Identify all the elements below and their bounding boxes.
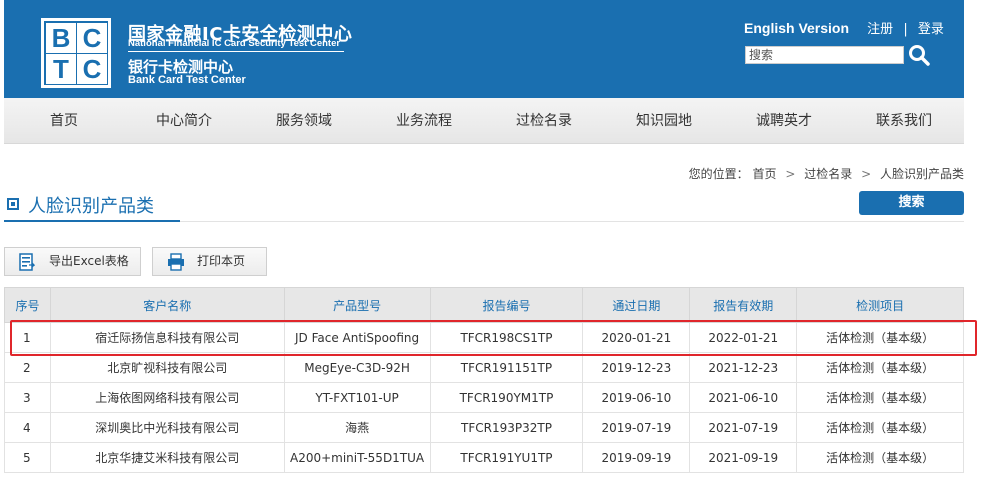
- table-cell: 5: [4, 442, 51, 473]
- table-cell: 活体检测（基本级）: [796, 382, 964, 413]
- breadcrumb-certified-list[interactable]: 过检名录: [804, 167, 852, 181]
- english-version-link[interactable]: English Version: [744, 20, 849, 36]
- page-title: 人脸识别产品类: [4, 190, 180, 222]
- table-cell: MegEye-C3D-92H: [283, 352, 431, 383]
- breadcrumb-separator: >: [861, 167, 872, 181]
- nav-item-careers[interactable]: 诚聘英才: [724, 98, 844, 144]
- highlight-box: [10, 320, 977, 356]
- site-title-en: National Financial IC Card Security Test…: [128, 38, 341, 49]
- logo-letter: B: [46, 23, 76, 53]
- table-cell: 2019-07-19: [582, 412, 691, 443]
- breadcrumb: 您的位置： 首页 > 过检名录 > 人脸识别产品类: [689, 165, 964, 182]
- table-cell: 2021-12-23: [689, 352, 798, 383]
- header-search-input[interactable]: 搜索: [745, 46, 904, 64]
- breadcrumb-separator: >: [785, 167, 796, 181]
- table-cell: 北京旷视科技有限公司: [49, 352, 285, 383]
- table-cell: TFCR191YU1TP: [429, 442, 584, 473]
- table-cell: 2021-09-19: [689, 442, 798, 473]
- table-row: 2 北京旷视科技有限公司 MegEye-C3D-92H TFCR191151TP…: [4, 352, 964, 383]
- table-cell: 活体检测（基本级）: [796, 442, 964, 473]
- title-square-icon: [7, 198, 19, 210]
- column-header: 客户名称: [49, 287, 285, 323]
- table-cell: 2019-12-23: [582, 352, 691, 383]
- nav-item-knowledge[interactable]: 知识园地: [604, 98, 724, 144]
- table-cell: A200+miniT-55D1TUA: [283, 442, 431, 473]
- table-cell: 北京华捷艾米科技有限公司: [49, 442, 285, 473]
- certified-products-table: 序号 客户名称 产品型号 报告编号 通过日期 报告有效期 检测项目 1 宿迁际扬…: [4, 287, 964, 473]
- table-row: 5 北京华捷艾米科技有限公司 A200+miniT-55D1TUA TFCR19…: [4, 442, 964, 473]
- export-excel-button[interactable]: 导出Excel表格: [4, 247, 141, 276]
- nav-item-certified-list[interactable]: 过检名录: [484, 98, 604, 144]
- breadcrumb-home[interactable]: 首页: [753, 167, 777, 181]
- page-title-text: 人脸识别产品类: [28, 196, 154, 217]
- top-links: English Version 注册 | 登录: [744, 18, 944, 37]
- logo-letter: C: [77, 54, 107, 84]
- site-header: B C T C 国家金融IC卡安全检测中心 National Financial…: [4, 0, 964, 98]
- table-cell: 2021-06-10: [689, 382, 798, 413]
- table-cell: TFCR193P32TP: [429, 412, 584, 443]
- table-cell: 4: [4, 412, 51, 443]
- nav-item-home[interactable]: 首页: [4, 98, 124, 144]
- table-cell: 活体检测（基本级）: [796, 352, 964, 383]
- column-header: 检测项目: [796, 287, 964, 323]
- printer-icon: [167, 253, 184, 271]
- breadcrumb-current: 人脸识别产品类: [879, 167, 964, 181]
- table-cell: 海燕: [283, 412, 431, 443]
- table-cell: TFCR190YM1TP: [429, 382, 584, 413]
- table-cell: 2019-09-19: [582, 442, 691, 473]
- logo-letter: C: [77, 23, 107, 53]
- search-button[interactable]: 搜索: [859, 191, 964, 215]
- print-button-label: 打印本页: [197, 254, 246, 268]
- register-link[interactable]: 注册: [867, 22, 893, 37]
- table-cell: 上海依图网络科技有限公司: [49, 382, 285, 413]
- table-cell: 3: [4, 382, 51, 413]
- column-header: 产品型号: [283, 287, 431, 323]
- table-header-row: 序号 客户名称 产品型号 报告编号 通过日期 报告有效期 检测项目: [4, 287, 964, 323]
- table-cell: 深圳奥比中光科技有限公司: [49, 412, 285, 443]
- title-divider: [128, 51, 344, 52]
- link-divider: |: [903, 22, 908, 37]
- site-subtitle-en: Bank Card Test Center: [128, 74, 246, 86]
- table-cell: 2019-06-10: [582, 382, 691, 413]
- export-button-label: 导出Excel表格: [49, 254, 129, 268]
- nav-item-services[interactable]: 服务领域: [244, 98, 364, 144]
- breadcrumb-prefix: 您的位置：: [688, 167, 749, 181]
- column-header: 通过日期: [582, 287, 691, 323]
- bctc-logo[interactable]: B C T C: [41, 18, 111, 88]
- nav-item-process[interactable]: 业务流程: [364, 98, 484, 144]
- title-underline: [180, 221, 964, 222]
- logo-letter: T: [46, 54, 76, 84]
- main-nav: 首页 中心简介 服务领域 业务流程 过检名录 知识园地 诚聘英才 联系我们: [4, 98, 964, 144]
- table-cell: 2: [4, 352, 51, 383]
- login-link[interactable]: 登录: [918, 22, 944, 37]
- nav-item-contact[interactable]: 联系我们: [844, 98, 964, 144]
- table-cell: YT-FXT101-UP: [283, 382, 431, 413]
- table-row: 3 上海依图网络科技有限公司 YT-FXT101-UP TFCR190YM1TP…: [4, 382, 964, 413]
- table-cell: 活体检测（基本级）: [796, 412, 964, 443]
- table-cell: TFCR191151TP: [429, 352, 584, 383]
- nav-item-about[interactable]: 中心简介: [124, 98, 244, 144]
- column-header: 报告编号: [429, 287, 584, 323]
- excel-export-icon: [19, 253, 36, 271]
- table-cell: 2021-07-19: [689, 412, 798, 443]
- column-header: 报告有效期: [689, 287, 798, 323]
- search-icon[interactable]: [908, 44, 930, 66]
- column-header: 序号: [4, 287, 51, 323]
- table-row: 4 深圳奥比中光科技有限公司 海燕 TFCR193P32TP 2019-07-1…: [4, 412, 964, 443]
- print-page-button[interactable]: 打印本页: [152, 247, 267, 276]
